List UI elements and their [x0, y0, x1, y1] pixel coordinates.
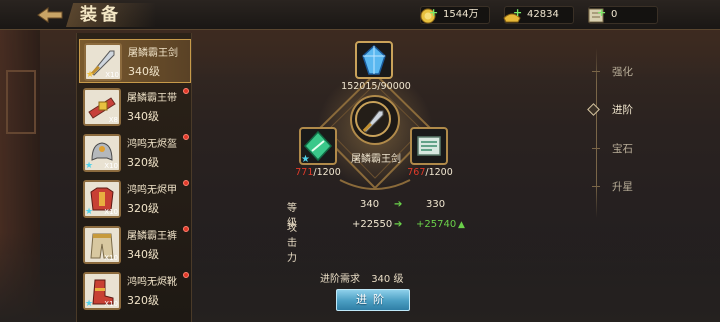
item-slot: ★ X10: [83, 180, 121, 218]
gold-value: 1544万: [443, 9, 479, 20]
crystal-need: /90000: [377, 81, 411, 92]
left-material-need: /1200: [313, 167, 341, 178]
notification-dot: [183, 88, 189, 94]
requirement-label: 进阶需求: [320, 274, 360, 285]
white-scroll-icon: [417, 136, 441, 156]
add-voucher-icon: +: [597, 6, 607, 19]
notification-dot: [183, 134, 189, 140]
tab-label: 宝石: [612, 143, 633, 155]
star-icon: ★: [85, 207, 94, 217]
right-material-have: 767: [407, 167, 426, 178]
item-level: 320级: [127, 294, 159, 307]
advance-button[interactable]: 进阶: [336, 289, 410, 311]
item-slot: ★ X10: [83, 134, 121, 172]
tab-label: 进阶: [612, 104, 633, 116]
item-name: 鸿鸣无烬盔: [127, 139, 177, 150]
tab-gem[interactable]: 宝石: [590, 139, 670, 159]
crystal-have: 152015: [341, 81, 378, 92]
item-count: X8: [108, 116, 118, 124]
item-level: 340级: [127, 110, 159, 123]
right-material-need: /1200: [425, 167, 453, 178]
item-level: 340级: [128, 65, 160, 78]
sword-icon: [362, 110, 384, 133]
left-material-slot[interactable]: ★: [299, 127, 337, 165]
list-item-pants[interactable]: X10 屠鳞霸王裤 340级: [79, 223, 191, 267]
equipment-list[interactable]: ★ X10 屠鳞霸王剑 340级 X8 屠鳞霸王带 340级 ★ X10 鸿鸣无…: [76, 33, 192, 322]
item-level: 320级: [127, 202, 159, 215]
star-icon: ★: [301, 154, 310, 165]
item-slot: ★ X10: [84, 43, 122, 81]
star-icon: ★: [85, 299, 94, 309]
add-ingot-icon: +: [513, 6, 523, 19]
advance-requirement: 进阶需求 340 级: [320, 270, 403, 285]
arrow-right-icon: ➔: [394, 219, 403, 230]
selected-diamond-icon: [587, 103, 600, 116]
left-material-have: 771: [295, 167, 314, 178]
resource-gold[interactable]: + 1544万: [420, 6, 490, 24]
tab-tick: [592, 71, 600, 72]
page-title: 装备: [66, 3, 156, 27]
blue-crystal-icon: [362, 44, 386, 75]
item-slot: ★ X10: [83, 272, 121, 310]
tab-advance[interactable]: 进阶: [587, 100, 670, 120]
item-count: X10: [104, 254, 118, 262]
left-material-count: 771/1200: [286, 167, 350, 178]
ingot-value: 42834: [527, 9, 559, 20]
list-item-boots[interactable]: ★ X10 鸿鸣无烬靴 320级: [79, 269, 191, 313]
stat-current: 340: [360, 199, 380, 210]
item-name: 屠鳞霸王裤: [127, 231, 177, 242]
add-gold-icon: +: [429, 6, 439, 19]
item-count: X10: [104, 162, 118, 170]
list-item-armor[interactable]: ★ X10 鸿鸣无烬甲 320级: [79, 177, 191, 221]
top-bar: 装备 + 1544万 + 42834 + 0: [0, 0, 720, 30]
item-name: 鸿鸣无烬甲: [127, 185, 177, 196]
tab-enhance[interactable]: 强化: [590, 62, 670, 82]
stat-next: 330: [426, 199, 446, 210]
back-button[interactable]: [36, 6, 64, 24]
tab-star-up[interactable]: 升星: [590, 177, 670, 197]
list-item-helmet[interactable]: ★ X10 鸿鸣无烬盔 320级: [79, 131, 191, 175]
item-name: 屠鳞霸王剑: [128, 48, 178, 59]
stat-next: +25740: [416, 219, 457, 230]
voucher-value: 0: [611, 9, 618, 20]
crystal-count: 152015/90000: [336, 81, 416, 92]
crystal-slot[interactable]: [355, 41, 393, 79]
item-name: 鸿鸣无烬靴: [127, 277, 177, 288]
tab-tick: [592, 186, 600, 187]
star-icon: ★: [86, 70, 95, 80]
tab-tick: [592, 148, 600, 149]
notification-dot: [183, 272, 189, 278]
right-material-count: 767/1200: [398, 167, 462, 178]
resource-ingot[interactable]: + 42834: [503, 6, 574, 24]
tab-label: 升星: [612, 181, 633, 193]
item-count: X10: [104, 300, 118, 308]
list-item-sword[interactable]: ★ X10 屠鳞霸王剑 340级: [79, 39, 191, 83]
tab-label: 强化: [612, 66, 633, 78]
back-arrow-icon: [37, 7, 63, 23]
center-item-name: 屠鳞霸王剑: [351, 154, 401, 165]
arrow-right-icon: ➔: [394, 199, 403, 210]
item-name: 屠鳞霸王带: [127, 93, 177, 104]
item-count: X10: [105, 71, 119, 79]
requirement-value: 340 级: [371, 274, 404, 285]
stat-current: +22550: [352, 219, 393, 230]
notification-dot: [183, 226, 189, 232]
item-slot: X8: [83, 88, 121, 126]
item-count: X10: [104, 208, 118, 216]
star-icon: ★: [85, 161, 94, 171]
item-level: 320级: [127, 156, 159, 169]
right-material-slot[interactable]: [410, 127, 448, 165]
item-slot: X10: [83, 226, 121, 264]
up-arrow-icon: ▲: [458, 220, 465, 230]
stat-label: 攻击力: [287, 223, 297, 264]
list-item-belt[interactable]: X8 屠鳞霸王带 340级: [79, 85, 191, 129]
center-item-slot: [355, 101, 391, 137]
resource-voucher[interactable]: + 0: [588, 6, 658, 24]
notification-dot: [183, 180, 189, 186]
item-level: 340级: [127, 248, 159, 261]
